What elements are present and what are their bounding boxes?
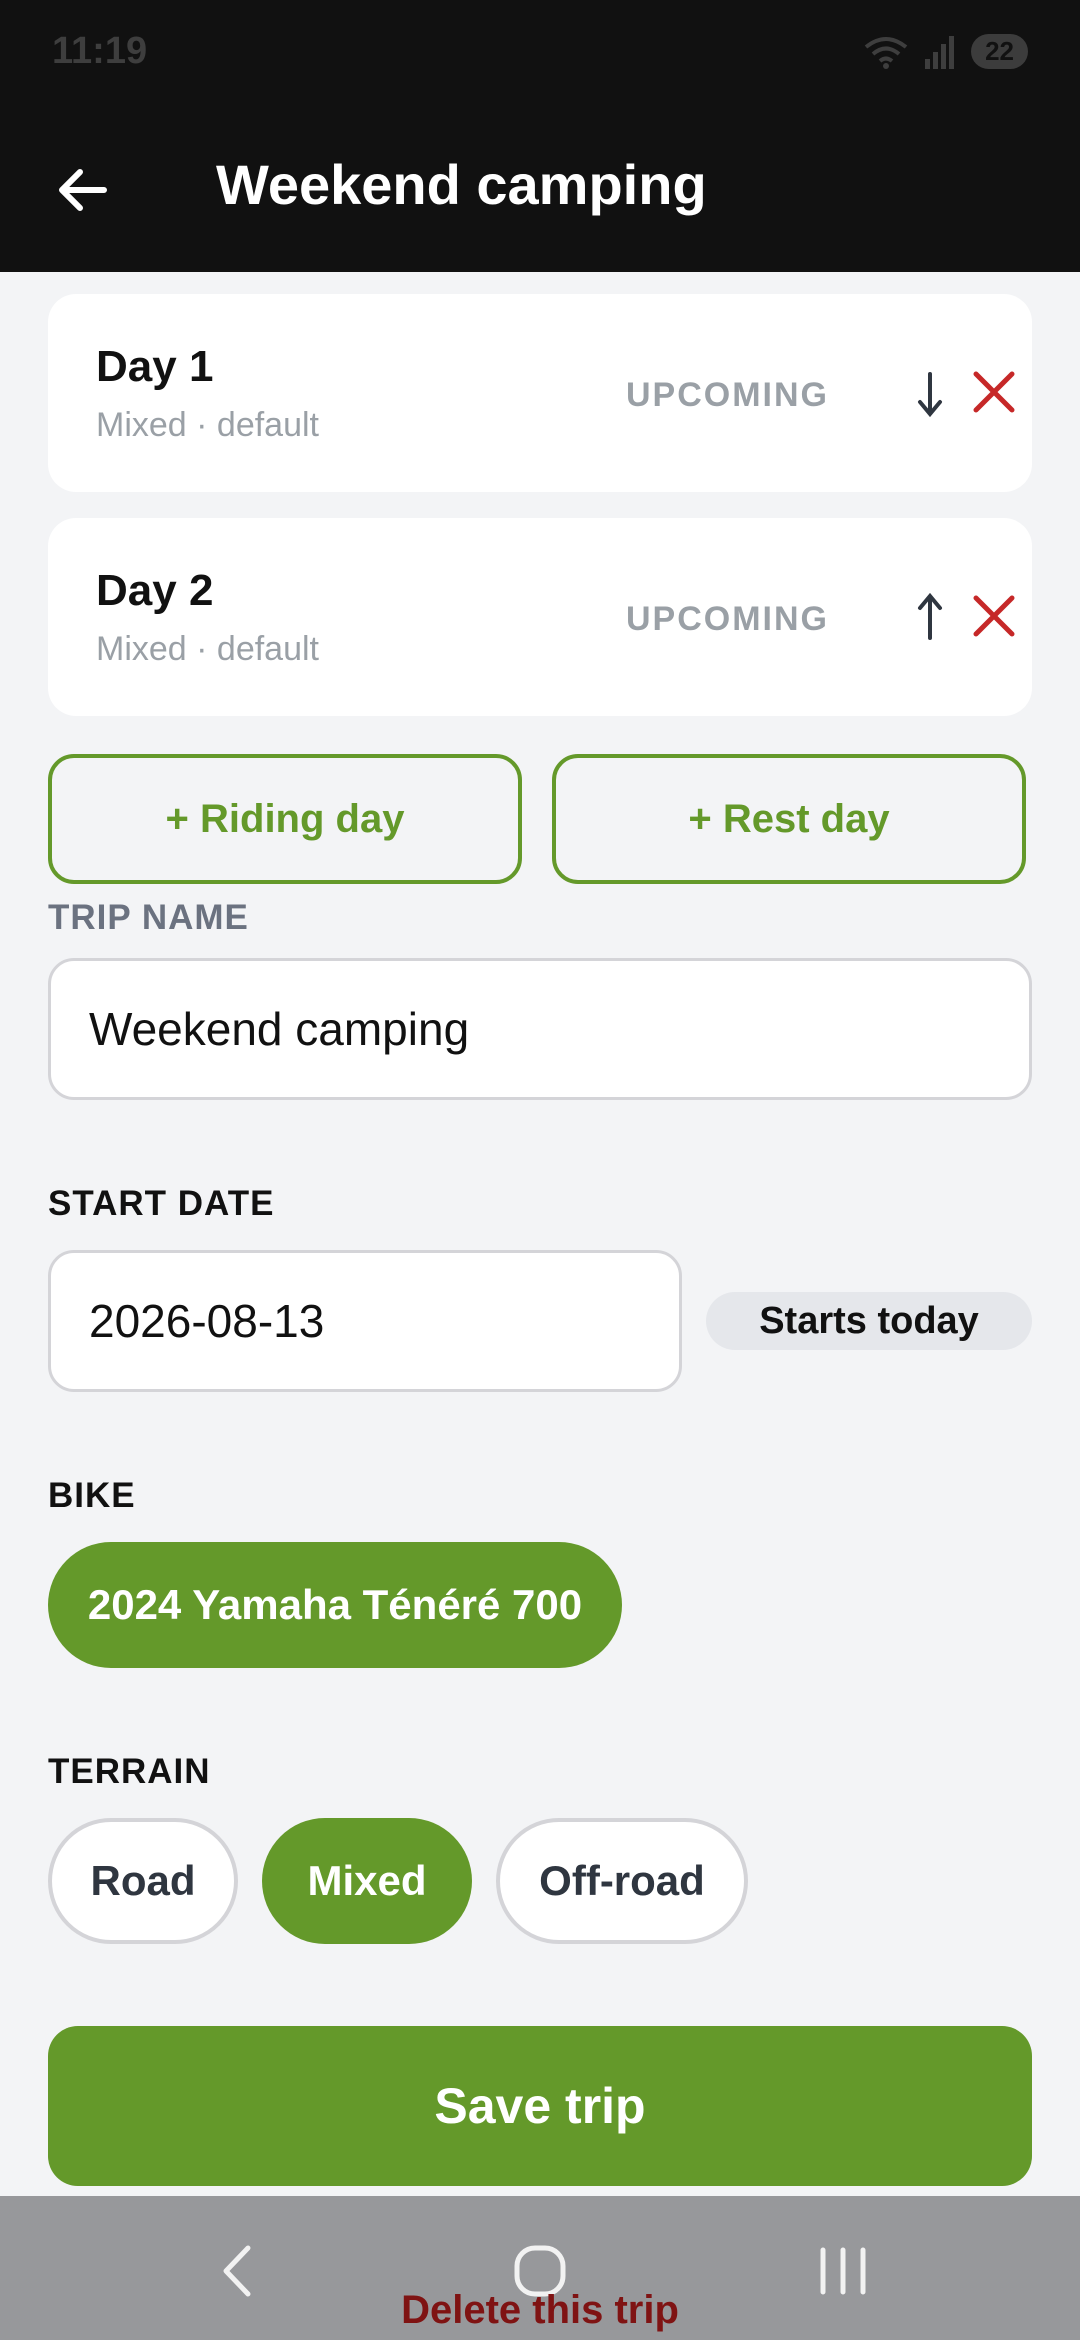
- wifi-icon: [864, 36, 908, 69]
- start-date-label: START DATE: [48, 1184, 275, 1223]
- day-title: Day 1: [96, 342, 214, 391]
- battery-indicator: 22: [971, 34, 1028, 69]
- trip-name-label: TRIP NAME: [48, 898, 249, 937]
- terrain-option-mixed[interactable]: Mixed: [262, 1818, 472, 1944]
- back-arrow-icon[interactable]: [52, 158, 116, 222]
- status-bar: 11:19 22: [0, 0, 1080, 110]
- day-card-2[interactable]: Day 2 Mixed · default UPCOMING: [48, 518, 1032, 716]
- status-icons: 22: [863, 34, 1028, 69]
- remove-day-icon[interactable]: [966, 588, 1022, 644]
- save-trip-button[interactable]: Save trip: [48, 2026, 1032, 2186]
- day-subtitle: Mixed · default: [96, 406, 319, 444]
- status-time: 11:19: [52, 30, 148, 72]
- terrain-option-road[interactable]: Road: [48, 1818, 238, 1944]
- day-subtitle: Mixed · default: [96, 630, 319, 668]
- day-status: UPCOMING: [626, 600, 829, 638]
- add-rest-day-button[interactable]: + Rest day: [552, 754, 1026, 884]
- day-card-1[interactable]: Day 1 Mixed · default UPCOMING: [48, 294, 1032, 492]
- terrain-option-off-road[interactable]: Off-road: [496, 1818, 748, 1944]
- delete-trip-button[interactable]: Delete this trip: [0, 2288, 1080, 2333]
- start-date-input[interactable]: 2026-08-13: [48, 1250, 682, 1392]
- bike-chip[interactable]: 2024 Yamaha Ténéré 700: [48, 1542, 622, 1668]
- trip-name-input[interactable]: Weekend camping: [48, 958, 1032, 1100]
- page-title: Weekend camping: [216, 153, 707, 216]
- signal-icon: [925, 35, 955, 69]
- day-title: Day 2: [96, 566, 214, 615]
- arrow-up-icon[interactable]: [910, 586, 950, 646]
- add-riding-day-button[interactable]: + Riding day: [48, 754, 522, 884]
- starts-today-badge: Starts today: [706, 1292, 1032, 1350]
- day-status: UPCOMING: [626, 376, 829, 414]
- app-bar: Weekend camping: [0, 110, 1080, 272]
- bike-label: BIKE: [48, 1476, 136, 1515]
- terrain-label: TERRAIN: [48, 1752, 211, 1791]
- arrow-down-icon[interactable]: [910, 364, 950, 424]
- remove-day-icon[interactable]: [966, 364, 1022, 420]
